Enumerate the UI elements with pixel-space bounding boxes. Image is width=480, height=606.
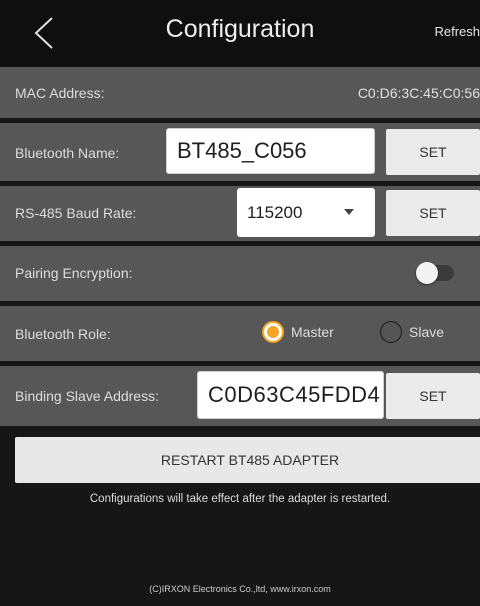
bluetooth-role-label: Bluetooth Role:: [15, 326, 111, 342]
toggle-knob: [416, 262, 438, 284]
baud-rate-value: 115200: [247, 203, 303, 222]
binding-slave-address-row: Binding Slave Address: C0D63C45FDD4 SET: [0, 366, 480, 426]
baud-rate-label: RS-485 Baud Rate:: [15, 205, 137, 221]
radio-dot: [267, 326, 279, 338]
set-binding-address-button[interactable]: SET: [386, 373, 480, 419]
caret-down-icon: [344, 209, 354, 215]
pairing-encryption-label: Pairing Encryption:: [15, 265, 133, 281]
radio-unselected-icon: [380, 321, 402, 343]
bluetooth-role-row: Bluetooth Role: Master Slave: [0, 306, 480, 361]
baud-rate-row: RS-485 Baud Rate: 115200 SET: [0, 186, 480, 241]
binding-slave-address-label: Binding Slave Address:: [15, 388, 159, 404]
bluetooth-name-label: Bluetooth Name:: [15, 145, 120, 161]
footer-copyright: (C)IRXON Electronics Co.,ltd, www.irxon.…: [149, 584, 331, 594]
restart-adapter-button[interactable]: RESTART BT485 ADAPTER: [15, 437, 480, 483]
page-title: Configuration: [165, 15, 315, 43]
role-slave-label: Slave: [409, 324, 445, 340]
mac-address-row: MAC Address: C0:D6:3C:45:C0:56: [0, 67, 480, 118]
set-bluetooth-name-button[interactable]: SET: [386, 129, 480, 175]
radio-selected-icon: [262, 321, 284, 343]
top-bar: Configuration Refresh: [0, 0, 480, 66]
mac-address-value: C0:D6:3C:45:C0:56: [357, 85, 480, 101]
binding-slave-address-input[interactable]: C0D63C45FDD4: [197, 371, 384, 419]
mac-address-label: MAC Address:: [15, 85, 105, 101]
pairing-encryption-toggle[interactable]: [416, 262, 454, 284]
bluetooth-name-input[interactable]: BT485_C056: [166, 128, 375, 174]
restart-note: Configurations will take effect after th…: [89, 493, 391, 505]
role-master-label: Master: [291, 324, 334, 340]
pairing-encryption-row: Pairing Encryption:: [0, 246, 480, 301]
configuration-screen: Configuration Refresh MAC Address: C0:D6…: [0, 0, 480, 606]
refresh-button[interactable]: Refresh: [434, 24, 480, 39]
bluetooth-name-row: Bluetooth Name: BT485_C056 SET: [0, 123, 480, 181]
baud-rate-select[interactable]: 115200: [237, 188, 375, 237]
set-baud-rate-button[interactable]: SET: [386, 190, 480, 236]
